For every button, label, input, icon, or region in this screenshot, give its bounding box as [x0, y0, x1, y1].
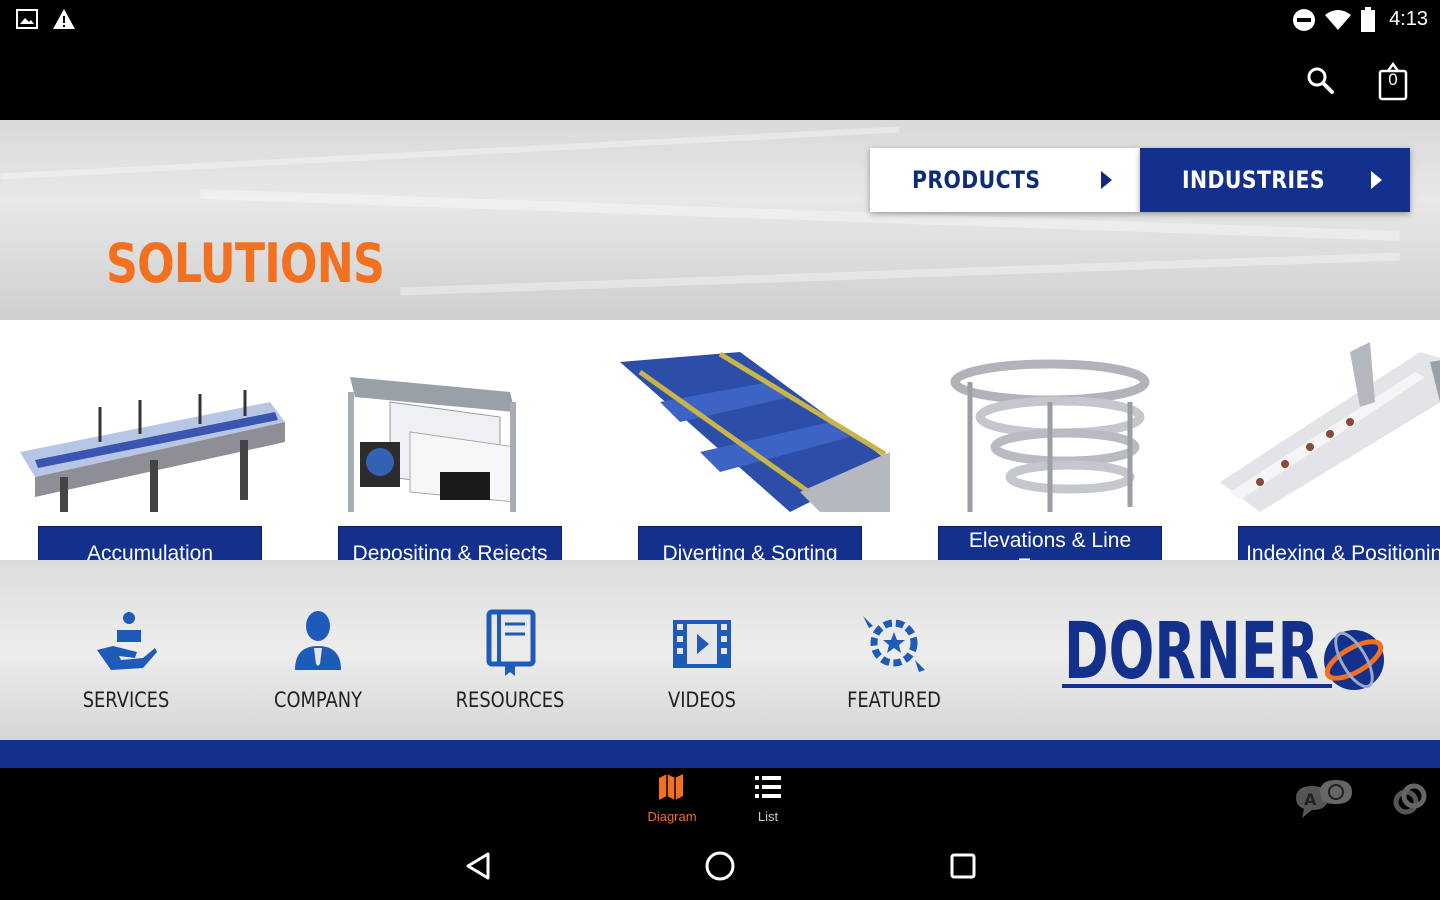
home-circle-icon — [705, 851, 735, 881]
solution-card-accumulation[interactable]: Accumulation — [0, 342, 290, 560]
quick-link-label: VIDEOS — [668, 688, 736, 712]
divider-band — [0, 740, 1440, 768]
chain-link-icon — [1393, 783, 1427, 815]
solution-card-elevations-egress[interactable]: Elevations & Line Egress — [900, 342, 1190, 560]
language-button[interactable]: A — [1292, 776, 1356, 824]
solution-card-depositing-rejects[interactable]: Depositing & Rejects — [300, 342, 590, 560]
solutions-hero: PRODUCTS INDUSTRIES SOLUTIONS — [0, 120, 1440, 320]
solution-card-indexing-positioning[interactable]: Indexing & Positioning — [1200, 342, 1440, 560]
svg-text:A: A — [1304, 790, 1317, 809]
map-icon — [659, 774, 683, 800]
products-tab-button[interactable]: PRODUCTS — [870, 148, 1140, 212]
recents-square-icon — [950, 853, 976, 879]
diverting-conveyor-image — [620, 351, 890, 512]
solutions-carousel[interactable]: Accumulation Depositing & Rejects Divert… — [0, 320, 1440, 560]
nav-list[interactable]: List — [723, 770, 813, 826]
background-decoration — [0, 126, 900, 180]
back-triangle-icon — [466, 852, 490, 880]
resources-icon — [486, 609, 536, 676]
featured-link[interactable]: FEATURED — [819, 608, 969, 728]
quick-link-label: FEATURED — [847, 688, 941, 712]
solution-label: Diverting & Sorting — [638, 526, 862, 560]
featured-icon — [863, 616, 925, 672]
app-bar: 0 — [0, 40, 1440, 120]
bottom-navigation: Diagram List A — [0, 768, 1440, 828]
cart-count: 0 — [1388, 70, 1398, 89]
arrow-right-icon — [1101, 171, 1112, 189]
solution-label: Accumulation — [38, 526, 262, 560]
cart-button[interactable]: 0 — [1370, 58, 1416, 104]
solution-card-diverting-sorting[interactable]: Diverting & Sorting — [600, 342, 890, 560]
solution-label: Elevations & Line Egress — [938, 526, 1162, 560]
status-time: 4:13 — [1389, 8, 1428, 30]
resources-link[interactable]: RESOURCES — [435, 608, 585, 728]
image-notification-icon — [16, 9, 38, 29]
translate-icon: A — [1296, 780, 1352, 818]
wifi-icon — [1325, 10, 1351, 30]
videos-icon — [673, 620, 731, 668]
accumulation-conveyor-image — [20, 390, 285, 512]
battery-icon — [1361, 7, 1375, 32]
services-icon — [97, 612, 157, 670]
do-not-disturb-icon — [1293, 9, 1315, 31]
page-title: SOLUTIONS — [106, 232, 385, 295]
background-decoration — [400, 252, 1400, 296]
arrow-right-icon — [1371, 171, 1382, 189]
nav-diagram[interactable]: Diagram — [627, 770, 717, 826]
services-link[interactable]: SERVICES — [51, 608, 201, 728]
elevation-spiral-image — [950, 359, 1150, 512]
back-button[interactable] — [456, 844, 500, 888]
videos-link[interactable]: VIDEOS — [627, 608, 777, 728]
nav-label: Diagram — [647, 809, 697, 824]
depositing-conveyor-image — [348, 377, 516, 512]
quick-link-label: COMPANY — [273, 688, 363, 712]
search-icon — [1307, 67, 1334, 94]
industries-tab-label: INDUSTRIES — [1182, 166, 1325, 194]
solution-label: Depositing & Rejects — [338, 526, 562, 560]
dorner-logo: DORNER — [1062, 618, 1384, 697]
solution-label: Indexing & Positioning — [1238, 526, 1440, 560]
indexing-conveyor-image — [1220, 342, 1440, 512]
quick-link-label: RESOURCES — [455, 688, 565, 712]
company-link[interactable]: COMPANY — [243, 608, 393, 728]
link-button[interactable] — [1380, 776, 1440, 824]
quick-links: SERVICES COMPANY RESOURCES VIDEOS FEATUR… — [0, 560, 1440, 740]
home-button[interactable] — [698, 844, 742, 888]
status-bar: 4:13 — [0, 0, 1440, 40]
search-button[interactable] — [1298, 58, 1342, 102]
industries-tab-button[interactable]: INDUSTRIES — [1140, 148, 1410, 212]
quick-link-label: SERVICES — [82, 688, 170, 712]
nav-label: List — [757, 809, 779, 824]
products-tab-label: PRODUCTS — [912, 166, 1041, 194]
company-icon — [295, 611, 341, 670]
warning-notification-icon — [53, 9, 75, 29]
recents-button[interactable] — [941, 844, 985, 888]
system-navigation — [0, 828, 1440, 900]
list-icon — [755, 776, 781, 798]
